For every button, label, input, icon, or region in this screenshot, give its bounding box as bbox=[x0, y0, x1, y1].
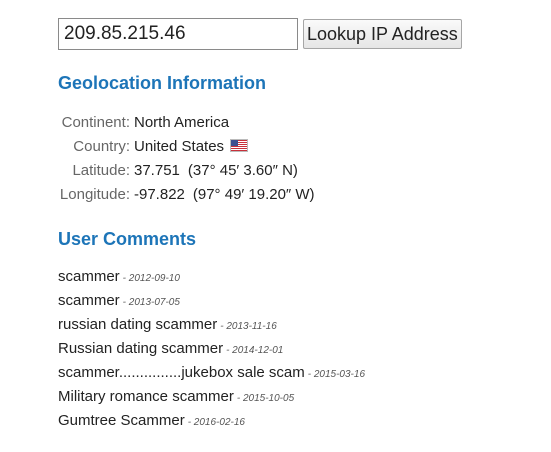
latitude-row: Latitude: 37.751 (37° 45′ 3.60″ N) bbox=[58, 158, 315, 182]
comment-item: Russian dating scammer - 2014-12-01 bbox=[58, 337, 365, 361]
comment-date: - 2014-12-01 bbox=[226, 345, 284, 356]
longitude-row: Longitude: -97.822 (97° 49′ 19.20″ W) bbox=[58, 182, 315, 206]
comment-item: Gumtree Scammer - 2016-02-16 bbox=[58, 409, 365, 433]
comment-text: scammer...............jukebox sale scam bbox=[58, 364, 305, 381]
user-comments-title: User Comments bbox=[58, 229, 197, 249]
lookup-ip-button[interactable]: Lookup IP Address bbox=[303, 19, 462, 49]
comment-text: Russian dating scammer bbox=[58, 340, 224, 357]
country-row: Country: United States bbox=[58, 134, 315, 158]
geolocation-title: Geolocation Information bbox=[58, 73, 267, 93]
continent-row: Continent: North America bbox=[58, 110, 315, 134]
comment-text: scammer bbox=[58, 292, 120, 309]
comment-date: - 2012-09-10 bbox=[122, 273, 180, 284]
latitude-label: Latitude: bbox=[72, 161, 130, 179]
comment-date: - 2016-02-16 bbox=[187, 417, 245, 428]
comment-item: russian dating scammer - 2013-11-16 bbox=[58, 313, 365, 337]
latitude-value: 37.751 bbox=[134, 161, 180, 179]
ip-address-input[interactable] bbox=[58, 18, 298, 50]
country-value: United States bbox=[134, 137, 225, 155]
comment-date: - 2015-10-05 bbox=[236, 393, 295, 404]
country-label: Country: bbox=[73, 137, 130, 155]
latitude-dms: (37° 45′ 3.60″ N) bbox=[187, 161, 298, 179]
longitude-value-cell: -97.822 (97° 49′ 19.20″ W) bbox=[134, 182, 315, 206]
comment-item: Military romance scammer - 2015-10-05 bbox=[58, 385, 365, 409]
continent-value: North America bbox=[134, 113, 230, 131]
geolocation-table: Continent: North America Country: United… bbox=[58, 110, 315, 206]
comment-text: Military romance scammer bbox=[58, 388, 234, 405]
us-flag-icon bbox=[230, 138, 249, 152]
comment-text: russian dating scammer bbox=[58, 316, 218, 333]
comment-date: - 2013-11-16 bbox=[220, 321, 277, 332]
comment-date: - 2015-03-16 bbox=[307, 369, 366, 380]
longitude-dms: (97° 49′ 19.20″ W) bbox=[192, 185, 315, 203]
latitude-value-cell: 37.751 (37° 45′ 3.60″ N) bbox=[134, 158, 315, 182]
comment-text: scammer bbox=[58, 268, 120, 285]
comment-date: - 2013-07-05 bbox=[122, 297, 180, 308]
comment-item: scammer - 2012-09-10 bbox=[58, 265, 365, 289]
comments-list: scammer - 2012-09-10 scammer - 2013-07-05 … bbox=[58, 265, 365, 433]
comment-item: scammer - 2013-07-05 bbox=[58, 289, 365, 313]
ip-lookup-form: Lookup IP Address bbox=[58, 18, 462, 50]
country-value-cell: United States bbox=[134, 134, 315, 158]
longitude-value: -97.822 bbox=[134, 185, 185, 203]
continent-label: Continent: bbox=[61, 113, 130, 131]
comment-item: scammer...............jukebox sale scam -… bbox=[58, 361, 365, 385]
longitude-label: Longitude: bbox=[59, 185, 130, 203]
comment-text: Gumtree Scammer bbox=[58, 412, 185, 429]
